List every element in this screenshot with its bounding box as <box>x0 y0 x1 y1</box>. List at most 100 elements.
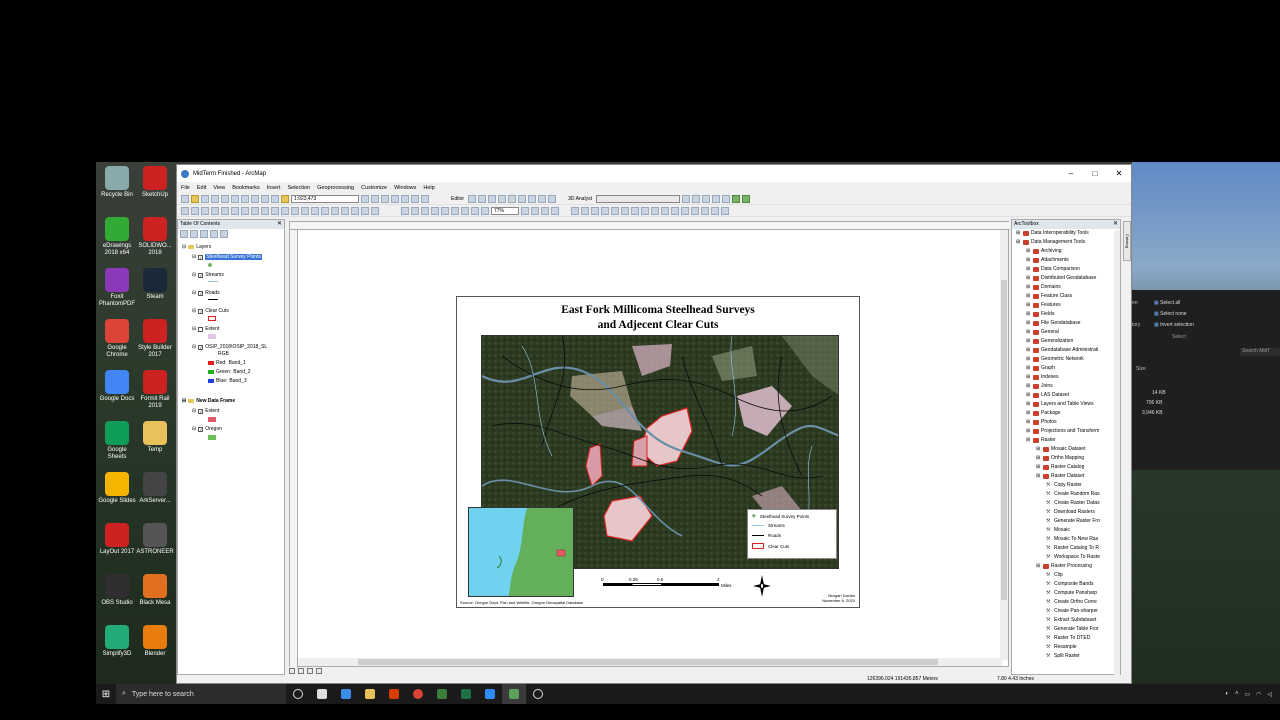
toolbox-tool-item[interactable]: ⚒ Extract Subdataset <box>1046 617 1096 623</box>
toolbox-toolset-item[interactable]: ⊞ Indexes <box>1026 374 1059 380</box>
sketch-properties-icon[interactable] <box>538 194 547 203</box>
toolbox-toolset-item[interactable]: ⊞ Data Management Tools <box>1016 239 1085 245</box>
align-icon[interactable] <box>611 206 619 215</box>
expand-icon[interactable]: ⊞ <box>1026 437 1031 443</box>
toc-layer-item[interactable]: ⊟ ✓ Steelhead Survey Points <box>192 254 262 260</box>
expand-icon[interactable]: ⊞ <box>1026 410 1031 416</box>
desktop-icon[interactable]: ArkServer... <box>136 472 174 505</box>
collapse-icon[interactable]: ⊟ <box>192 344 196 350</box>
rotate-icon[interactable] <box>518 194 527 203</box>
toolbox-tool-item[interactable]: ⚒ Compute Pansharp <box>1046 590 1097 596</box>
desktop-icon[interactable]: Simplify3D <box>98 625 136 658</box>
list-by-source-icon[interactable] <box>190 230 198 238</box>
collapse-icon[interactable]: ⊟ <box>192 308 196 314</box>
expand-icon[interactable]: ⊞ <box>1026 347 1031 353</box>
menu-help[interactable]: Help <box>423 185 434 191</box>
expand-icon[interactable]: ⊞ <box>1026 428 1031 434</box>
arcmap-taskbar-icon[interactable] <box>502 684 526 704</box>
horizontal-scrollbar[interactable] <box>298 658 1002 666</box>
menu-windows[interactable]: Windows <box>394 185 416 191</box>
select-features-icon[interactable] <box>261 206 269 215</box>
size-column-header[interactable]: Size <box>1136 366 1146 372</box>
north-arrow-icon[interactable] <box>753 575 771 597</box>
office-icon[interactable] <box>382 684 406 704</box>
expand-icon[interactable]: ⊞ <box>1026 374 1031 380</box>
desktop-icon[interactable]: Google Slides <box>98 472 136 505</box>
time-slider-icon[interactable] <box>361 206 369 215</box>
search-window-icon[interactable] <box>391 194 399 203</box>
create-features-icon[interactable] <box>548 194 557 203</box>
toolbox-toolset-item[interactable]: ⊞ Data Comparison <box>1026 266 1080 272</box>
edit-tool-icon[interactable] <box>468 194 477 203</box>
desktop-icon[interactable]: OBS Studio <box>98 574 136 607</box>
taskbar-app-icon[interactable] <box>310 684 334 704</box>
expand-icon[interactable]: ⊞ <box>1026 293 1031 299</box>
expand-icon[interactable]: ⊞ <box>1026 329 1031 335</box>
expand-icon[interactable]: ⊞ <box>1026 383 1031 389</box>
desktop-icon[interactable]: Blender <box>136 625 174 658</box>
task-view-icon[interactable] <box>286 684 310 704</box>
expand-icon[interactable]: ⊞ <box>1036 473 1041 479</box>
open-folder-icon[interactable] <box>191 194 199 203</box>
toolbox-toolset-item[interactable]: ⊞ Joins <box>1026 383 1053 389</box>
menu-geoprocessing[interactable]: Geoprocessing <box>317 185 354 191</box>
expand-icon[interactable]: ⊞ <box>1016 239 1021 245</box>
map-source-text[interactable]: Source: Oregon Dept. Fish and Wildlife, … <box>460 600 583 605</box>
select-all-button[interactable]: ▦ Select all <box>1154 300 1180 306</box>
undo-icon[interactable] <box>261 194 269 203</box>
expand-icon[interactable]: ⊞ <box>1026 302 1031 308</box>
layer-visibility-checkbox[interactable]: ✓ <box>198 290 204 296</box>
menu-selection[interactable]: Selection <box>287 185 310 191</box>
toc-layer-item[interactable]: ⊟ ✓ Extent <box>192 408 219 414</box>
pause-drawing-button[interactable] <box>316 668 322 674</box>
invert-selection-button[interactable]: ▦ Invert selection <box>1154 322 1194 328</box>
desktop-icon[interactable]: Google Docs <box>98 370 136 403</box>
expand-icon[interactable]: ⊞ <box>1036 563 1041 569</box>
find-route-icon[interactable] <box>341 206 349 215</box>
layer-visibility-checkbox[interactable]: ✓ <box>198 408 204 414</box>
toolbox-toolset-item[interactable]: ⊞ Distributed Geodatabase <box>1026 275 1096 281</box>
close-button[interactable]: ✕ <box>1107 169 1131 178</box>
3d-analyst-layer-select[interactable] <box>595 194 680 203</box>
editor-menu[interactable]: Editor <box>451 196 464 202</box>
zoom-100-icon[interactable] <box>441 206 449 215</box>
expand-icon[interactable]: ⊞ <box>1036 455 1041 461</box>
arcglobe-icon[interactable] <box>741 194 750 203</box>
volume-icon[interactable]: ◁ <box>1267 691 1272 698</box>
toc-options-icon[interactable] <box>220 230 228 238</box>
excel-icon[interactable] <box>454 684 478 704</box>
expand-icon[interactable]: ⊞ <box>1036 446 1041 452</box>
toggle-draft-mode-icon[interactable] <box>521 206 529 215</box>
identify-icon[interactable] <box>291 206 299 215</box>
toolbox-toolset-item[interactable]: ⊞ Feature Class <box>1026 293 1072 299</box>
layout-zoom-in-icon[interactable] <box>401 206 409 215</box>
list-by-visibility-icon[interactable] <box>200 230 208 238</box>
map-legend[interactable]: ◆ Steelhead Survey Points Streams Roads … <box>747 509 837 559</box>
group-icon[interactable] <box>571 206 579 215</box>
layout-zoom-percent[interactable]: 77% <box>491 206 519 215</box>
toolbox-toolset-item[interactable]: ⊞ Package <box>1026 410 1060 416</box>
collapse-icon[interactable]: ⊟ <box>192 272 196 278</box>
minimize-button[interactable]: – <box>1059 169 1083 178</box>
toolbox-tool-item[interactable]: ⚒ Create Random Ras <box>1046 491 1100 497</box>
expand-icon[interactable]: ⊞ <box>1026 266 1031 272</box>
menu-customize[interactable]: Customize <box>361 185 387 191</box>
layout-zoom-out-icon[interactable] <box>411 206 419 215</box>
ungroup-icon[interactable] <box>581 206 589 215</box>
refresh-view-button[interactable] <box>307 668 313 674</box>
collapse-icon[interactable]: ⊟ <box>192 408 196 414</box>
toolbox-toolset-item[interactable]: ⊞ Geodatabase Administrati <box>1026 347 1098 353</box>
fixed-zoom-out-icon[interactable] <box>231 206 239 215</box>
redo-icon[interactable] <box>271 194 279 203</box>
toolbox-toolset-item[interactable]: ⊞ Raster <box>1026 437 1056 443</box>
delete-icon[interactable] <box>251 194 259 203</box>
swipe-icon[interactable] <box>371 206 379 215</box>
zoom-to-selected-icon[interactable] <box>661 206 669 215</box>
desktop-icon[interactable]: Style Builder 2017 <box>136 319 174 358</box>
python-window-icon[interactable] <box>411 194 419 203</box>
inset-overview-map[interactable] <box>468 507 574 597</box>
toolbox-tool-item[interactable]: ⚒ Raster To DTED <box>1046 635 1090 641</box>
measure-icon[interactable] <box>321 206 329 215</box>
toolbox-tool-item[interactable]: ⚒ Raster Catalog To R <box>1046 545 1099 551</box>
layer-visibility-checkbox[interactable]: ✓ <box>198 254 204 260</box>
